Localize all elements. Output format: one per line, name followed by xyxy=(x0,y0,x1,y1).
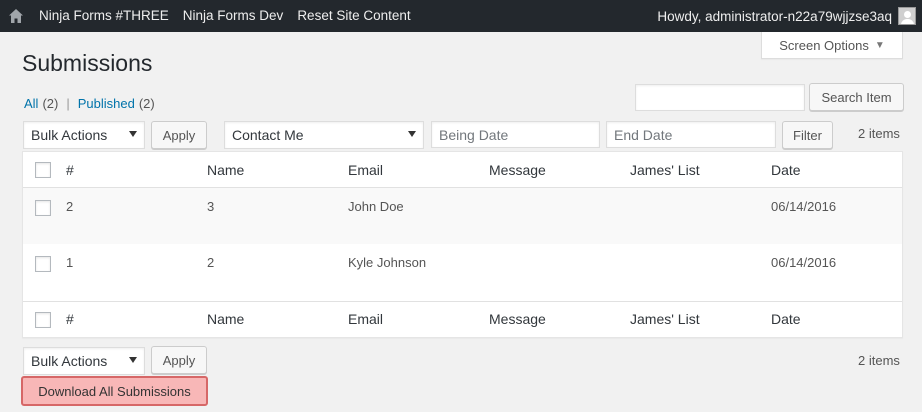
bulk-actions-label: Bulk Actions xyxy=(31,127,108,143)
home-icon[interactable] xyxy=(0,0,32,32)
search-input[interactable] xyxy=(635,84,805,111)
column-footer-james-list[interactable]: James' List xyxy=(630,311,700,327)
row-number: 1 xyxy=(66,255,74,270)
view-all-link[interactable]: All xyxy=(24,96,38,111)
row-checkbox[interactable] xyxy=(35,200,51,216)
row-number: 2 xyxy=(66,199,74,214)
end-date-input[interactable]: End Date xyxy=(606,121,776,148)
admin-bar: Ninja Forms #THREE Ninja Forms Dev Reset… xyxy=(0,0,922,32)
view-published-count: (2) xyxy=(138,96,155,111)
items-count-bottom: 2 items xyxy=(858,353,900,368)
column-header-james-list[interactable]: James' List xyxy=(630,162,700,178)
select-all-checkbox[interactable] xyxy=(35,162,51,178)
avatar[interactable] xyxy=(898,7,916,25)
row-checkbox[interactable] xyxy=(35,256,51,272)
column-header-email[interactable]: Email xyxy=(348,162,383,178)
column-footer-message[interactable]: Message xyxy=(489,311,546,327)
column-header-date[interactable]: Date xyxy=(771,162,801,178)
table-row[interactable]: 2 3 John Doe 06/14/2016 xyxy=(23,188,902,244)
bulk-actions-select-top[interactable]: Bulk Actions xyxy=(23,121,145,149)
column-header-number[interactable]: # xyxy=(66,162,74,178)
select-all-checkbox-footer[interactable] xyxy=(35,312,51,328)
begin-date-input[interactable]: Being Date xyxy=(431,121,600,148)
column-header-name[interactable]: Name xyxy=(207,162,244,178)
column-header-message[interactable]: Message xyxy=(489,162,546,178)
row-name: 3 xyxy=(207,199,215,214)
table-header: # Name Email Message James' List Date xyxy=(23,152,902,188)
adminbar-dev-link[interactable]: Ninja Forms Dev xyxy=(176,0,291,32)
chevron-down-icon xyxy=(129,131,137,137)
view-filters: All (2) | Published (2) xyxy=(24,96,155,111)
column-footer-date[interactable]: Date xyxy=(771,311,801,327)
row-name: 2 xyxy=(207,255,215,270)
table-row[interactable]: 1 2 Kyle Johnson 06/14/2016 xyxy=(23,244,902,300)
page-title: Submissions xyxy=(22,50,153,76)
bulk-actions-select-bottom[interactable]: Bulk Actions xyxy=(23,347,145,375)
chevron-down-icon xyxy=(129,357,137,363)
search-button[interactable]: Search Item xyxy=(809,83,904,111)
adminbar-account[interactable]: Howdy, administrator-n22a79wjjzse3aq xyxy=(657,0,916,32)
form-select[interactable]: Contact Me xyxy=(224,121,424,149)
apply-button-top[interactable]: Apply xyxy=(151,121,207,149)
howdy-text[interactable]: Howdy, administrator-n22a79wjjzse3aq xyxy=(657,9,892,24)
row-email: Kyle Johnson xyxy=(348,255,427,270)
row-date: 06/14/2016 xyxy=(771,199,837,214)
column-footer-email[interactable]: Email xyxy=(348,311,383,327)
screen-options-button[interactable]: Screen Options ▼ xyxy=(761,32,903,59)
download-all-submissions-button[interactable]: Download All Submissions xyxy=(21,376,208,406)
filter-button[interactable]: Filter xyxy=(782,121,833,149)
row-date: 06/14/2016 xyxy=(771,255,837,270)
table-footer: # Name Email Message James' List Date xyxy=(23,301,902,337)
row-email: John Doe xyxy=(348,199,404,214)
bulk-actions-label: Bulk Actions xyxy=(31,353,108,369)
view-published-link[interactable]: Published xyxy=(78,96,135,111)
view-separator: | xyxy=(66,96,70,111)
column-footer-name[interactable]: Name xyxy=(207,311,244,327)
adminbar-site-link[interactable]: Ninja Forms #THREE xyxy=(32,0,176,32)
adminbar-reset-link[interactable]: Reset Site Content xyxy=(290,0,417,32)
view-all-count: (2) xyxy=(42,96,59,111)
column-footer-number[interactable]: # xyxy=(66,311,74,327)
submissions-table: # Name Email Message James' List Date 2 … xyxy=(22,151,903,338)
form-select-label: Contact Me xyxy=(232,127,304,143)
chevron-down-icon xyxy=(408,131,416,137)
items-count-top: 2 items xyxy=(858,126,900,141)
caret-down-icon: ▼ xyxy=(874,39,885,51)
apply-button-bottom[interactable]: Apply xyxy=(151,346,207,374)
screen-options-label: Screen Options xyxy=(779,37,869,53)
